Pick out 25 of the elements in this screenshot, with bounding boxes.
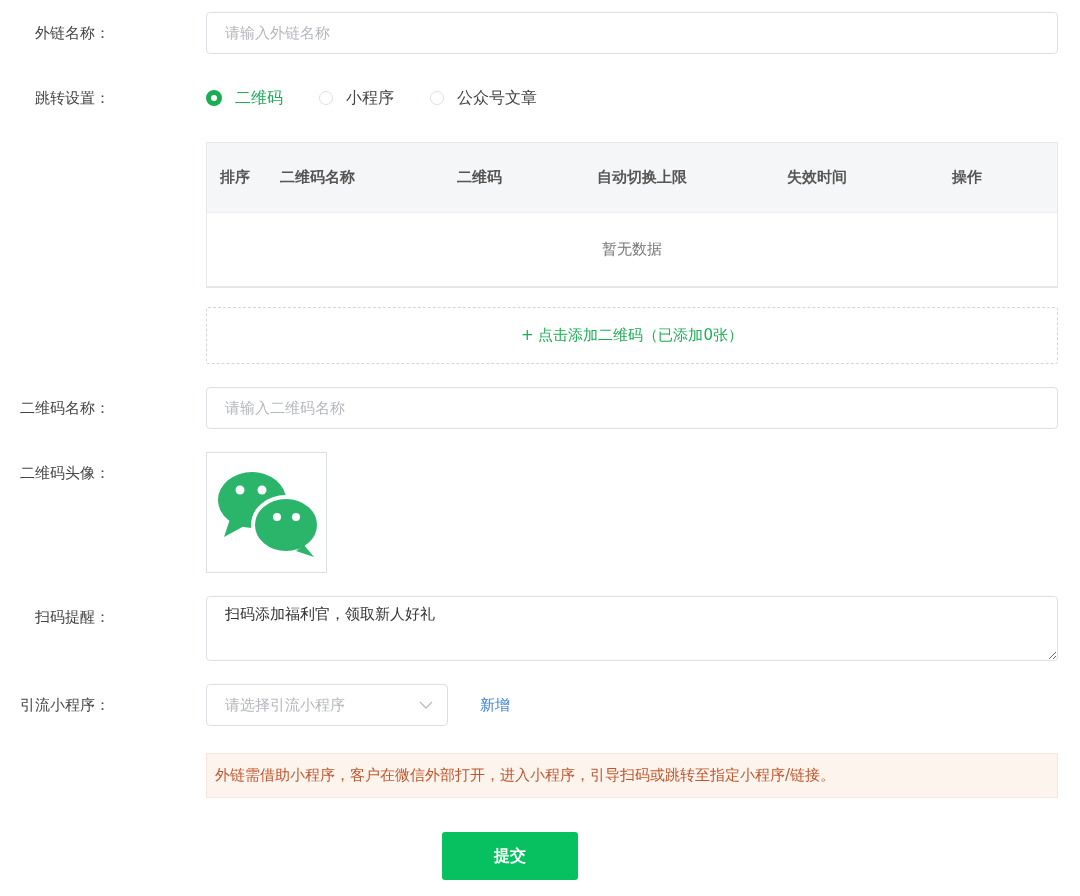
field-label: 引流小程序： — [20, 696, 110, 714]
add-link[interactable]: 新增 — [480, 695, 510, 715]
radio-option[interactable]: 二维码 — [206, 87, 283, 109]
empty-state-text: 暂无数据 — [602, 240, 662, 259]
avatar-upload[interactable] — [206, 452, 327, 573]
add-qr-code-button[interactable]: + 点击添加二维码（已添加0张） — [206, 307, 1058, 364]
text-input-field[interactable]: 请输入外链名称 — [206, 12, 1058, 54]
field-label: 跳转设置： — [35, 89, 110, 107]
column-header: 失效时间 — [787, 168, 848, 187]
chevron-down-icon — [419, 701, 433, 709]
column-header: 二维码名称 — [280, 168, 356, 187]
column-header: 自动切换上限 — [597, 168, 688, 187]
field-label: 扫码提醒： — [35, 608, 110, 626]
column-header: 排序 — [219, 168, 251, 187]
radio-option[interactable]: 小程序 — [319, 87, 394, 109]
text-input-field[interactable]: 请输入二维码名称 — [206, 387, 1058, 429]
field-label: 二维码名称： — [20, 399, 110, 417]
radio-option[interactable]: 公众号文章 — [430, 87, 537, 109]
submit-button[interactable]: 提交 — [442, 832, 578, 880]
text-area-field[interactable]: 扫码添加福利官，领取新人好礼 — [206, 596, 1058, 661]
column-header: 二维码 — [457, 168, 503, 187]
field-label: 二维码头像： — [20, 464, 110, 482]
column-header: 操作 — [952, 168, 982, 187]
field-label: 外链名称： — [35, 24, 110, 42]
notice-banner: 外链需借助小程序，客户在微信外部打开，进入小程序，引导扫码或跳转至指定小程序/链接。 — [206, 753, 1058, 798]
